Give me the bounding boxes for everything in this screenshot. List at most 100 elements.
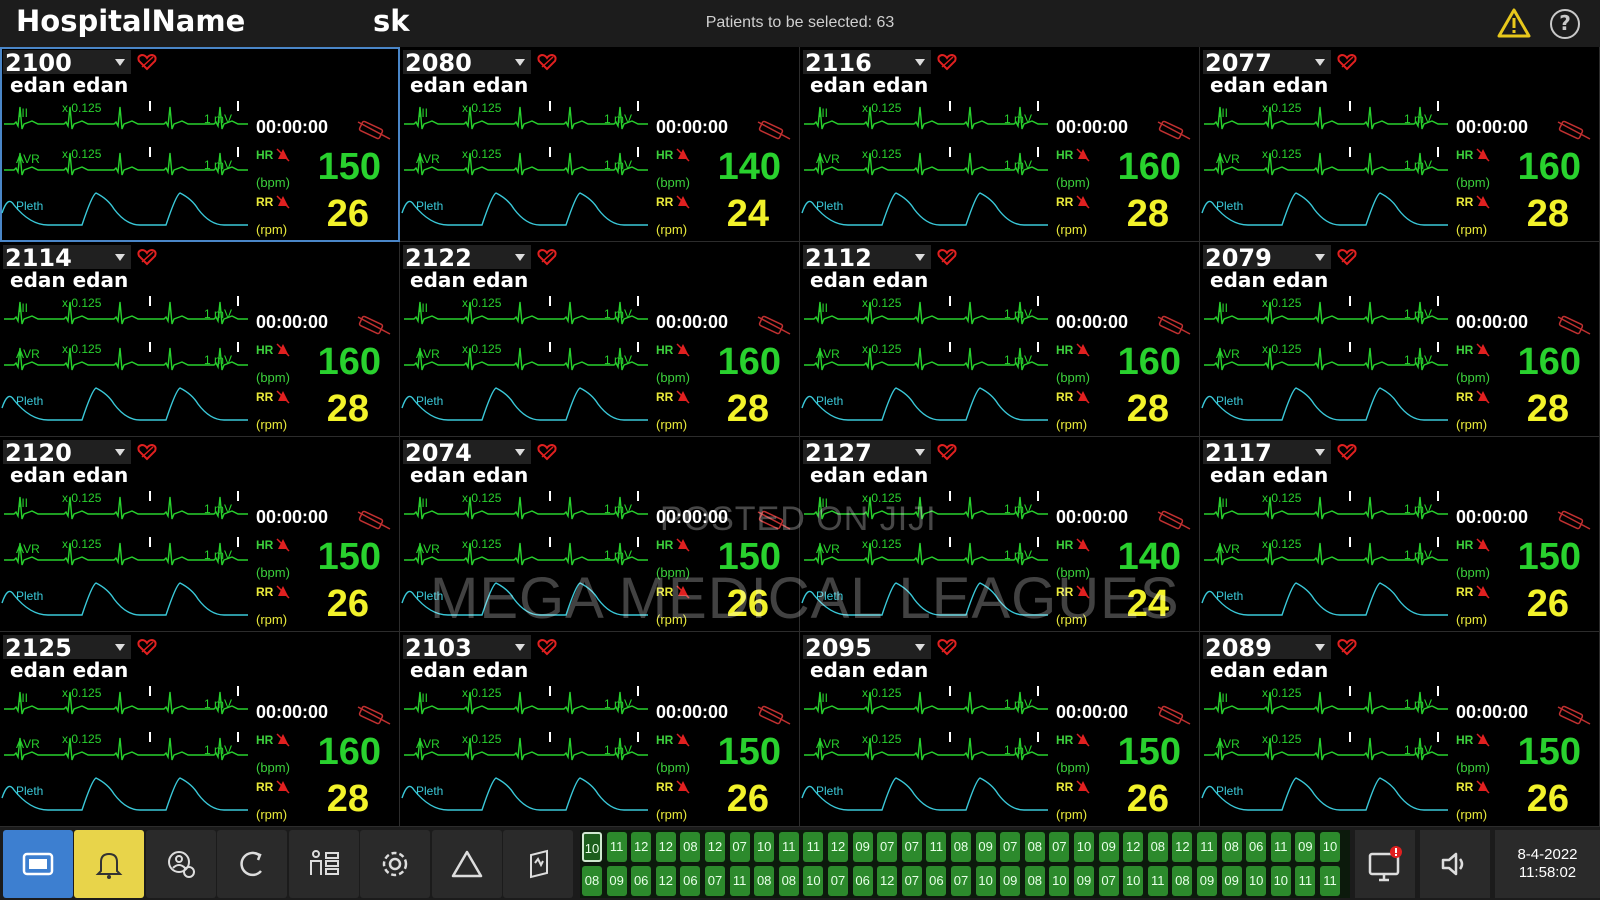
timeline-cell[interactable]: 09 <box>1221 866 1242 896</box>
bed-number-dropdown[interactable]: 2116 <box>803 49 931 77</box>
heart-alarm-icon[interactable] <box>137 53 157 71</box>
timeline-cell[interactable]: 12 <box>828 832 848 862</box>
patient-tile[interactable]: 2103 edan edan III x 0.125 1 mV AVR x 0.… <box>400 632 800 827</box>
patient-tile[interactable]: 2074 edan edan III x 0.125 1 mV AVR x 0.… <box>400 437 800 632</box>
patient-tile[interactable]: 2114 edan edan III x 0.125 1 mV AVR x 0.… <box>0 242 400 437</box>
timeline-cell[interactable]: 11 <box>729 866 750 896</box>
timeline-cell[interactable]: 11 <box>606 832 627 862</box>
timeline-cell[interactable]: 10 <box>582 832 602 862</box>
bed-number-dropdown[interactable]: 2120 <box>3 439 131 467</box>
timeline-cell[interactable]: 09 <box>606 866 627 896</box>
timeline-cell[interactable]: 12 <box>655 866 676 896</box>
timeline-cell[interactable]: 06 <box>926 866 947 896</box>
timeline-cell[interactable]: 11 <box>1197 832 1217 862</box>
timeline-cell[interactable]: 07 <box>877 832 898 862</box>
patient-tile[interactable]: 2125 edan edan III x 0.125 1 mV AVR x 0.… <box>0 632 400 827</box>
main-screen-button[interactable] <box>3 830 73 898</box>
heart-alarm-icon[interactable] <box>137 248 157 266</box>
settings-button[interactable] <box>360 830 430 898</box>
patient-tile[interactable]: 2122 edan edan III x 0.125 1 mV AVR x 0.… <box>400 242 800 437</box>
patient-tile[interactable]: 2117 edan edan III x 0.125 1 mV AVR x 0.… <box>1200 437 1600 632</box>
timeline-cell[interactable]: 12 <box>1172 832 1193 862</box>
timeline-cell[interactable]: 10 <box>1320 832 1340 862</box>
heart-alarm-icon[interactable] <box>537 638 557 656</box>
timeline-cell[interactable]: 07 <box>1000 832 1021 862</box>
heart-alarm-icon[interactable] <box>537 248 557 266</box>
bed-number-dropdown[interactable]: 2095 <box>803 634 931 662</box>
timeline-cell[interactable]: 11 <box>1270 832 1291 862</box>
alarm-limits-button[interactable] <box>432 830 502 898</box>
bed-number-dropdown[interactable]: 2125 <box>3 634 131 662</box>
bed-number-dropdown[interactable]: 2112 <box>803 244 931 272</box>
timeline-cell[interactable]: 09 <box>1295 832 1316 862</box>
timeline-cell[interactable]: 08 <box>951 832 971 862</box>
timeline-cell[interactable]: 06 <box>1246 832 1267 862</box>
timeline-cell[interactable]: 07 <box>951 866 971 896</box>
timeline-cell[interactable]: 11 <box>926 832 947 862</box>
patient-timeline[interactable]: 10 11 12 12 08 12 07 10 11 11 12 09 07 07 11 08 09 07 08 07… <box>580 830 1350 898</box>
bed-number-dropdown[interactable]: 2080 <box>403 49 531 77</box>
timeline-cell[interactable]: 11 <box>803 832 824 862</box>
timeline-cell[interactable]: 08 <box>754 866 775 896</box>
timeline-cell[interactable]: 08 <box>1172 866 1193 896</box>
timeline-cell[interactable]: 06 <box>680 866 701 896</box>
patient-admit-button[interactable] <box>146 830 216 898</box>
timeline-cell[interactable]: 08 <box>680 832 701 862</box>
timeline-cell[interactable]: 12 <box>655 832 676 862</box>
timeline-cell[interactable]: 08 <box>582 866 602 896</box>
timeline-cell[interactable]: 07 <box>1098 866 1119 896</box>
bed-number-dropdown[interactable]: 2089 <box>1203 634 1331 662</box>
heart-alarm-icon[interactable] <box>1337 638 1357 656</box>
timeline-cell[interactable]: 11 <box>778 832 799 862</box>
patient-tile[interactable]: 2095 edan edan III x 0.125 1 mV AVR x 0.… <box>800 632 1200 827</box>
heart-alarm-icon[interactable] <box>937 248 957 266</box>
patient-tile[interactable]: 2116 edan edan III x 0.125 1 mV AVR x 0.… <box>800 47 1200 242</box>
patient-tile[interactable]: 2127 edan edan III x 0.125 1 mV AVR x 0.… <box>800 437 1200 632</box>
timeline-cell[interactable]: 08 <box>778 866 799 896</box>
heart-alarm-icon[interactable] <box>537 53 557 71</box>
patient-tile[interactable]: 2077 edan edan III x 0.125 1 mV AVR x 0.… <box>1200 47 1600 242</box>
heart-alarm-icon[interactable] <box>1337 53 1357 71</box>
heart-alarm-icon[interactable] <box>1337 443 1357 461</box>
bed-number-dropdown[interactable]: 2103 <box>403 634 531 662</box>
timeline-cell[interactable]: 08 <box>1024 832 1045 862</box>
heart-alarm-icon[interactable] <box>137 443 157 461</box>
timeline-cell[interactable]: 07 <box>901 866 922 896</box>
timeline-cell[interactable]: 07 <box>705 866 725 896</box>
heart-alarm-icon[interactable] <box>937 638 957 656</box>
timeline-cell[interactable]: 10 <box>803 866 824 896</box>
timeline-cell[interactable]: 11 <box>1147 866 1168 896</box>
timeline-cell[interactable]: 09 <box>975 832 996 862</box>
bed-number-dropdown[interactable]: 2077 <box>1203 49 1331 77</box>
help-icon[interactable]: ? <box>1550 9 1580 39</box>
timeline-cell[interactable]: 11 <box>1320 866 1340 896</box>
patient-tile[interactable]: 2089 edan edan III x 0.125 1 mV AVR x 0.… <box>1200 632 1600 827</box>
heart-alarm-icon[interactable] <box>537 443 557 461</box>
network-status-button[interactable] <box>1355 830 1415 898</box>
timeline-cell[interactable]: 12 <box>877 866 898 896</box>
timeline-cell[interactable]: 07 <box>828 866 848 896</box>
timeline-cell[interactable]: 07 <box>1049 832 1070 862</box>
patient-tile[interactable]: 2120 edan edan III x 0.125 1 mV AVR x 0.… <box>0 437 400 632</box>
report-button[interactable] <box>503 830 573 898</box>
timeline-cell[interactable]: 10 <box>1270 866 1291 896</box>
bed-number-dropdown[interactable]: 2074 <box>403 439 531 467</box>
timeline-cell[interactable]: 12 <box>631 832 652 862</box>
timeline-cell[interactable]: 10 <box>1074 832 1094 862</box>
timeline-cell[interactable]: 09 <box>1098 832 1119 862</box>
timeline-cell[interactable]: 08 <box>1147 832 1168 862</box>
timeline-cell[interactable]: 06 <box>631 866 652 896</box>
timeline-cell[interactable]: 11 <box>1295 866 1316 896</box>
timeline-cell[interactable]: 10 <box>975 866 996 896</box>
patient-tile[interactable]: 2112 edan edan III x 0.125 1 mV AVR x 0.… <box>800 242 1200 437</box>
timeline-cell[interactable]: 10 <box>1246 866 1267 896</box>
bed-number-dropdown[interactable]: 2117 <box>1203 439 1331 467</box>
bed-number-dropdown[interactable]: 2079 <box>1203 244 1331 272</box>
bed-number-dropdown[interactable]: 2100 <box>3 49 131 77</box>
timeline-cell[interactable]: 09 <box>852 832 873 862</box>
timeline-cell[interactable]: 10 <box>754 832 775 862</box>
timeline-cell[interactable]: 12 <box>1123 832 1144 862</box>
timeline-cell[interactable]: 10 <box>1049 866 1070 896</box>
bed-number-dropdown[interactable]: 2127 <box>803 439 931 467</box>
timeline-cell[interactable]: 07 <box>729 832 750 862</box>
